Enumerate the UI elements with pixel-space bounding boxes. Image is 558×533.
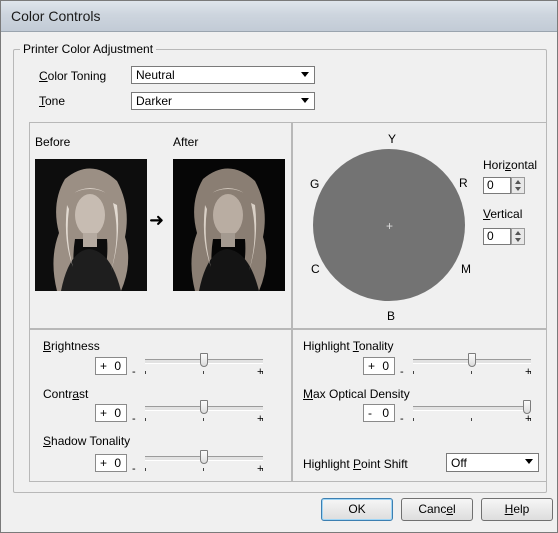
color-toning-label: Color Toning <box>39 69 107 83</box>
color-toning-value: Neutral <box>136 68 175 82</box>
brightness-label: Brightness <box>43 339 100 353</box>
ok-button[interactable]: OK <box>321 498 393 521</box>
after-preview-image <box>173 159 285 291</box>
portrait-after-image <box>173 159 285 291</box>
contrast-label: Contrast <box>43 387 89 401</box>
highlight-tonality-label: Highlight Tonality <box>303 339 394 353</box>
vertical-label: Vertical <box>483 207 523 221</box>
cancel-button[interactable]: Cancel <box>401 498 473 521</box>
shadow-tonality-value[interactable]: +0 <box>95 454 127 472</box>
horizontal-spinner[interactable] <box>511 177 525 194</box>
slider-plus-mark: + <box>257 463 264 475</box>
dropdown-arrow-icon <box>301 72 309 77</box>
color-toning-select[interactable]: Neutral <box>131 66 315 84</box>
wheel-label-c: C <box>311 262 320 276</box>
slider-minus-mark: - <box>132 366 136 378</box>
contrast-slider[interactable] <box>145 400 263 427</box>
brightness-value[interactable]: +0 <box>95 357 127 375</box>
before-label: Before <box>35 135 71 149</box>
wheel-label-b: B <box>387 309 396 323</box>
portrait-before-image <box>35 159 147 291</box>
before-preview-image <box>35 159 147 291</box>
slider-thumb[interactable] <box>200 353 208 367</box>
highlight-point-shift-select[interactable]: Off <box>446 453 539 472</box>
spin-up-icon[interactable] <box>515 180 521 184</box>
tone-value: Darker <box>136 94 173 108</box>
vertical-spinner[interactable] <box>511 228 525 245</box>
dropdown-arrow-icon <box>301 98 309 103</box>
spin-up-icon[interactable] <box>515 231 521 235</box>
arrow-right-icon: ➜ <box>149 210 165 230</box>
slider-plus-mark: + <box>257 366 264 378</box>
vertical-value-input[interactable]: 0 <box>483 228 511 245</box>
brightness-slider[interactable] <box>145 353 263 380</box>
title-bar: Color Controls <box>1 1 557 32</box>
max-optical-density-value[interactable]: -0 <box>363 404 395 422</box>
slider-plus-mark: + <box>525 413 532 425</box>
tone-label: Tone <box>39 94 66 108</box>
max-optical-density-slider[interactable] <box>413 400 531 427</box>
horizontal-label: Horizontal <box>483 158 538 172</box>
slider-plus-mark: + <box>525 366 532 378</box>
max-optical-density-label: Max Optical Density <box>303 387 410 401</box>
window-title: Color Controls <box>11 8 101 24</box>
slider-thumb[interactable] <box>523 400 531 414</box>
slider-minus-mark: - <box>132 463 136 475</box>
wheel-label-r: R <box>459 176 468 190</box>
slider-minus-mark: - <box>132 413 136 425</box>
wheel-label-y: Y <box>388 132 397 146</box>
dropdown-arrow-icon <box>525 459 533 464</box>
highlight-tonality-slider[interactable] <box>413 353 531 380</box>
slider-thumb[interactable] <box>468 353 476 367</box>
help-button[interactable]: Help <box>481 498 553 521</box>
group-title: Printer Color Adjustment <box>20 42 157 56</box>
wheel-label-g: G <box>310 177 320 191</box>
dialog-client-area: Printer Color Adjustment Color Toning Ne… <box>9 32 553 524</box>
spin-down-icon[interactable] <box>515 238 521 242</box>
wheel-center-crosshair: + <box>386 219 394 233</box>
highlight-point-shift-label: Highlight Point Shift <box>303 457 408 471</box>
color-balance-wheel[interactable]: + <box>312 148 466 302</box>
after-label: After <box>173 135 199 149</box>
slider-minus-mark: - <box>400 366 404 378</box>
tone-select[interactable]: Darker <box>131 92 315 110</box>
shadow-tonality-slider[interactable] <box>145 450 263 477</box>
shadow-tonality-label: Shadow Tonality <box>43 434 131 448</box>
slider-thumb[interactable] <box>200 400 208 414</box>
wheel-label-m: M <box>461 262 471 276</box>
highlight-tonality-value[interactable]: +0 <box>363 357 395 375</box>
spin-down-icon[interactable] <box>515 187 521 191</box>
slider-plus-mark: + <box>257 413 264 425</box>
slider-minus-mark: - <box>400 413 404 425</box>
highlight-point-shift-value: Off <box>451 455 467 470</box>
slider-thumb[interactable] <box>200 450 208 464</box>
color-controls-window: Color Controls Printer Color Adjustment … <box>0 0 558 533</box>
horizontal-value-input[interactable]: 0 <box>483 177 511 194</box>
contrast-value[interactable]: +0 <box>95 404 127 422</box>
